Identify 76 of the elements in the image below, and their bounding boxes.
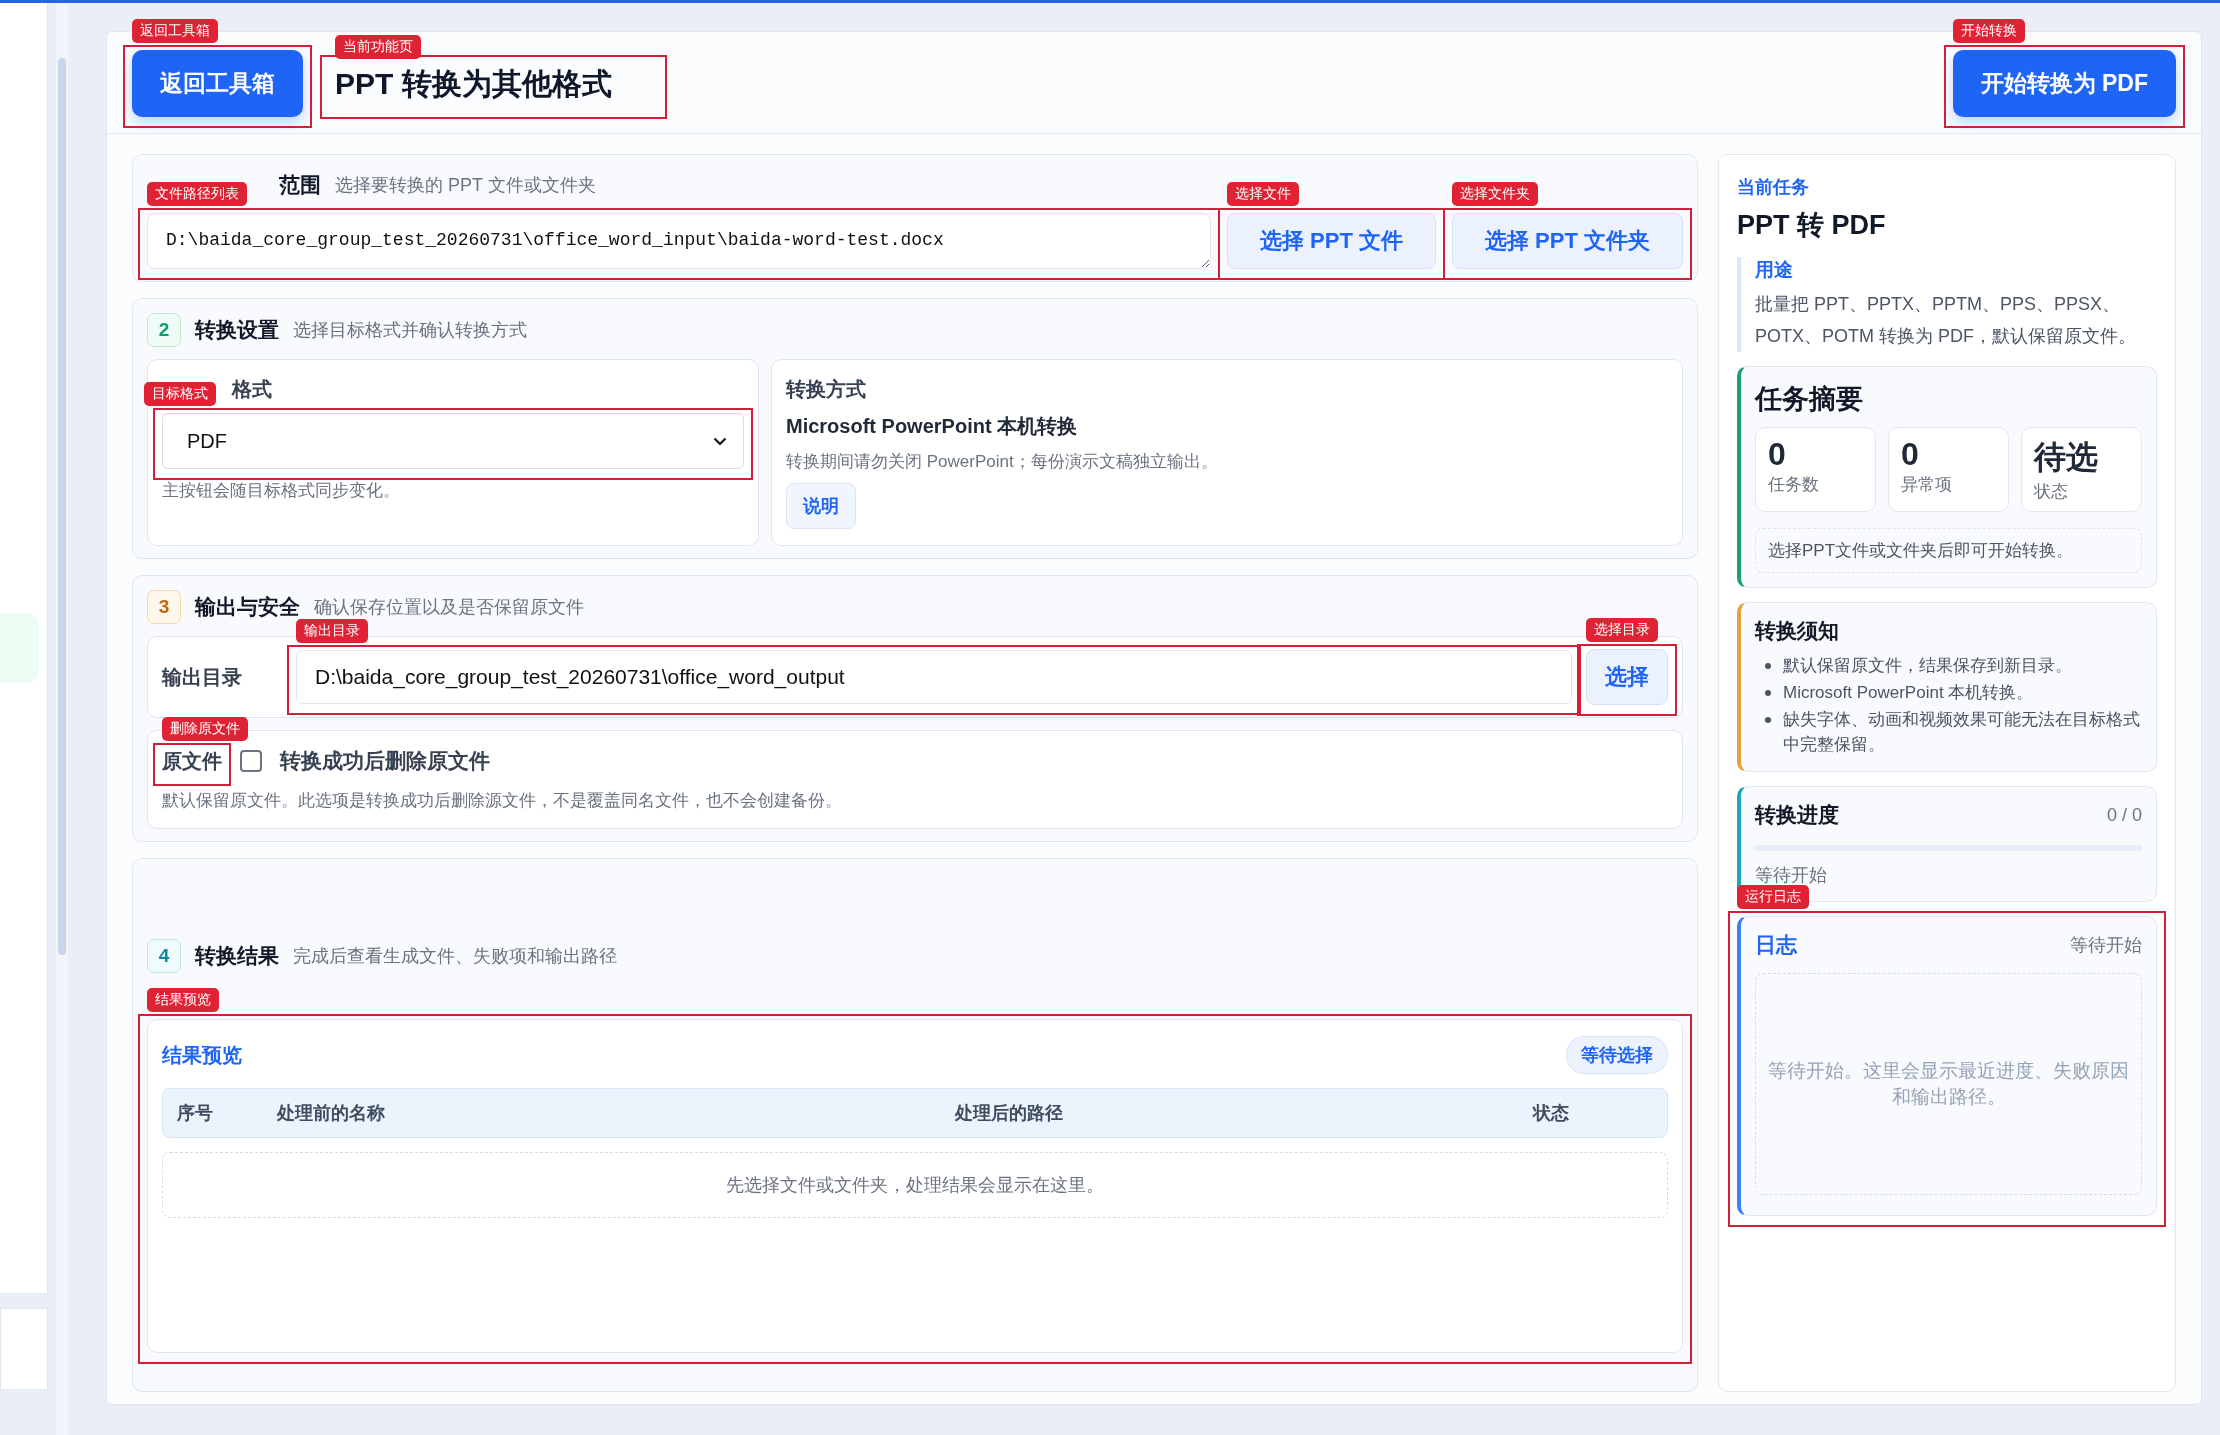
annotation-tag: 选择文件 (1226, 182, 1299, 206)
section-subtitle: 确认保存位置以及是否保留原文件 (314, 596, 584, 619)
stat-value: 待选 (2034, 438, 2099, 477)
bullet-icon (1765, 690, 1771, 696)
card-title: 日志 (1755, 932, 1797, 958)
hint-text: 主按钮会随目标格式同步变化。 (162, 480, 401, 502)
format-select[interactable]: PDF (162, 413, 744, 469)
annotation-tag: 运行日志 (1737, 885, 1809, 909)
page-title: PPT 转换为其他格式 (335, 65, 612, 102)
section-subtitle: 选择目标格式并确认转换方式 (293, 319, 527, 342)
purpose-label: 用途 (1755, 258, 1794, 282)
file-list-field[interactable]: D:\baida_core_group_test_20260731\office_word_input\baida-word-test.docx (147, 213, 1211, 269)
column-header: 序号 (177, 1102, 214, 1125)
step-number: 3 (147, 590, 181, 624)
bullet-icon (1765, 663, 1771, 669)
method-name: Microsoft PowerPoint 本机转换 (786, 414, 1079, 439)
empty-message: 先选择文件或文件夹，处理结果会显示在这里。 (162, 1152, 1668, 1218)
column-header: 处理前的名称 (277, 1102, 386, 1125)
field-label: 转换方式 (786, 377, 867, 402)
column-header: 状态 (1533, 1102, 1570, 1125)
purpose-text: 批量把 PPT、PPTX、PPTM、PPS、PPSX、POTX、POTM 转换为 PDF，默认保留原文件。 (1755, 293, 2137, 348)
select-button[interactable]: 选择 PPT 文件夹 (1452, 213, 1683, 269)
section-subtitle: 选择要转换的 PPT 文件或文件夹 (335, 174, 596, 197)
start-button[interactable]: 开始转换为 PDF (1952, 50, 2176, 117)
eyebrow-label: 当前任务 (1737, 176, 1810, 199)
annotation-tag: 输出目录 (296, 619, 368, 643)
progress-status: 等待开始 (1755, 864, 1828, 887)
output-dir-field[interactable]: D:\baida_core_group_test_20260731\office_word_output (296, 650, 1572, 704)
stat-label: 异常项 (1901, 474, 1953, 496)
hint-text: 默认保留原文件。此选项是转换成功后删除源文件，不是覆盖同名文件，也不会创建备份。 (162, 790, 843, 812)
choose-button[interactable]: 选择 (1586, 649, 1668, 705)
log-status: 等待开始 (2070, 934, 2142, 957)
task-title: PPT 转 PDF (1737, 209, 1887, 242)
annotation-tag: 开始转换 (1952, 19, 2025, 43)
annotation-tag: 选择目录 (1586, 618, 1658, 642)
preview-title: 结果预览 (162, 1042, 242, 1068)
field-label: 输出目录 (162, 664, 243, 690)
progress-count: 0 / 0 (2106, 804, 2142, 826)
annotation-tag: 目标格式 (144, 382, 216, 406)
annotation-tag: 当前功能页 (335, 34, 421, 59)
annotation-tag: 选择文件夹 (1452, 182, 1538, 206)
annotation-tag: 返回工具箱 (132, 19, 218, 43)
field-label: 原文件 (162, 748, 222, 774)
annotation-tag: 删除原文件 (162, 716, 248, 741)
status-badge: 等待选择 (1566, 1036, 1668, 1074)
hint-text: 选择PPT文件或文件夹后即可开始转换。 (1755, 528, 2142, 573)
stat-label: 状态 (2034, 481, 2069, 503)
annotation-tag: 文件路径列表 (147, 182, 247, 206)
annotation-tag: 结果预览 (147, 988, 219, 1012)
field-label: 格式 (232, 377, 272, 402)
section-title: 范围 (279, 172, 321, 198)
section-title: 转换设置 (195, 317, 279, 343)
step-number: 2 (147, 313, 181, 347)
notice-item: 缺失字体、动画和视频效果可能无法在目标格式中完整保留。 (1783, 709, 2141, 756)
select-button[interactable]: 选择 PPT 文件 (1226, 213, 1436, 269)
section-subtitle: 完成后查看生成文件、失败项和输出路径 (293, 945, 617, 968)
card-title: 转换进度 (1755, 802, 1839, 828)
chevron-down-icon (713, 436, 727, 446)
stat-label: 任务数 (1768, 474, 1820, 496)
info-button[interactable]: 说明 (786, 483, 856, 529)
column-header: 处理后的路径 (953, 1102, 1064, 1125)
checkbox[interactable] (240, 750, 262, 772)
stat-value: 0 (1901, 436, 1920, 473)
stat-value: 0 (1768, 436, 1787, 473)
card-title: 转换须知 (1755, 618, 1840, 644)
section-title: 输出与安全 (195, 594, 300, 620)
notice-item: 默认保留原文件，结果保存到新目录。 (1783, 655, 2072, 677)
section-title: 转换结果 (195, 943, 279, 969)
checkbox-label[interactable]: 转换成功后删除原文件 (280, 747, 490, 775)
back-button[interactable]: 返回工具箱 (132, 50, 303, 117)
card-title: 任务摘要 (1755, 383, 1864, 416)
log-message: 等待开始。这里会显示最近进度、失败原因和输出路径。 (1755, 973, 2142, 1195)
bullet-icon (1765, 717, 1771, 723)
notice-item: Microsoft PowerPoint 本机转换。 (1783, 682, 2034, 704)
method-note: 转换期间请勿关闭 PowerPoint；每份演示文稿独立输出。 (786, 451, 1219, 473)
step-number: 4 (147, 939, 181, 973)
